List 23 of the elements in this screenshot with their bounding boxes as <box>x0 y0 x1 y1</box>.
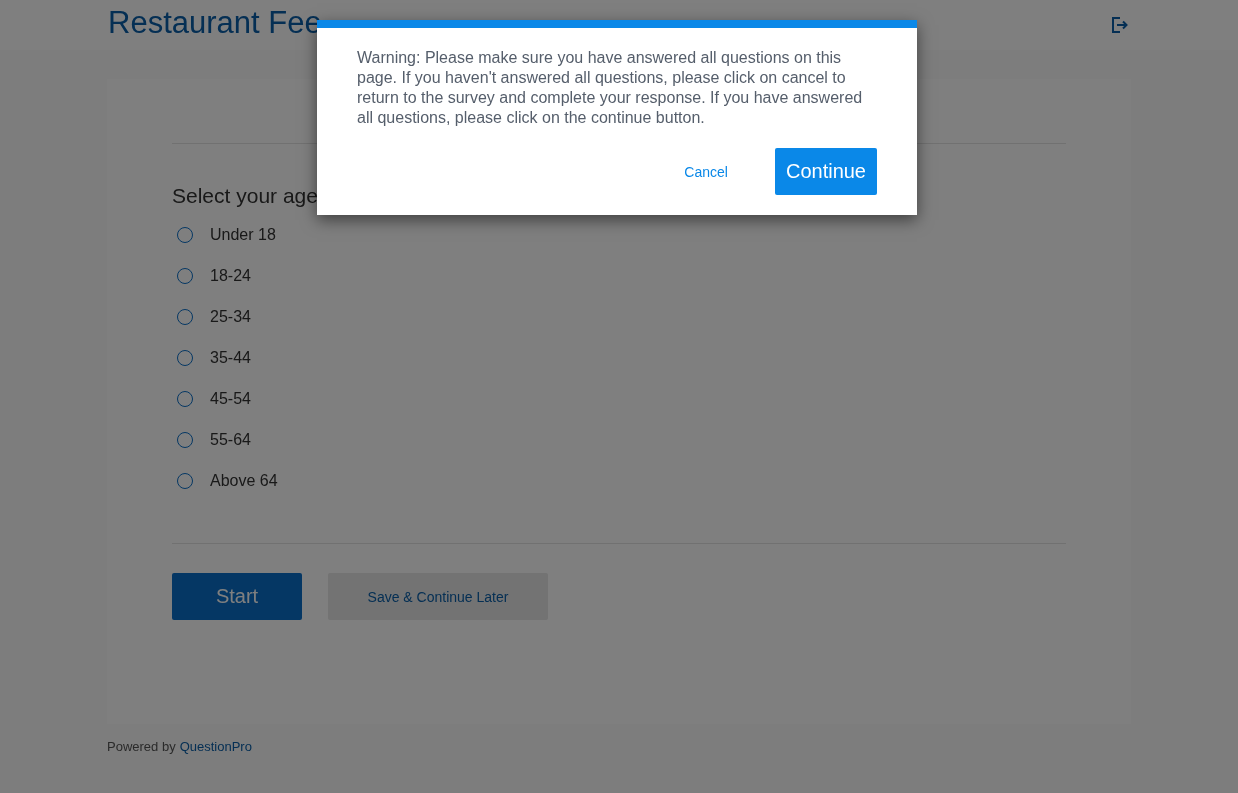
option-label[interactable]: 55-64 <box>210 431 251 449</box>
radio-button[interactable] <box>177 350 193 366</box>
warning-message: Warning: Please make sure you have answered all questions on this page. If you haven't answered all questions, please click on cancel to return to the survey and complete your response. If you have answered all questions, please click on the continue button. <box>357 48 864 128</box>
option-label[interactable]: 35-44 <box>210 349 251 367</box>
option-label[interactable]: 25-34 <box>210 308 251 326</box>
logout-icon[interactable] <box>1110 16 1128 34</box>
radio-button[interactable] <box>177 309 193 325</box>
questionpro-link[interactable]: QuestionPro <box>179 739 252 754</box>
radio-button[interactable] <box>177 473 193 489</box>
radio-button[interactable] <box>177 391 193 407</box>
start-button[interactable]: Start <box>172 573 302 620</box>
option-label[interactable]: Under 18 <box>210 226 276 244</box>
powered-by-text: Powered by <box>107 739 176 754</box>
option-label[interactable]: 45-54 <box>210 390 251 408</box>
save-continue-later-button[interactable]: Save & Continue Later <box>328 573 548 620</box>
option-label[interactable]: Above 64 <box>210 472 278 490</box>
question-text: Select your age <box>172 184 319 208</box>
continue-button[interactable]: Continue <box>774 148 877 195</box>
cancel-link[interactable]: Cancel <box>684 163 728 180</box>
option-label[interactable]: 18-24 <box>210 267 251 285</box>
radio-button[interactable] <box>177 432 193 448</box>
radio-button[interactable] <box>177 227 193 243</box>
radio-button[interactable] <box>177 268 193 284</box>
